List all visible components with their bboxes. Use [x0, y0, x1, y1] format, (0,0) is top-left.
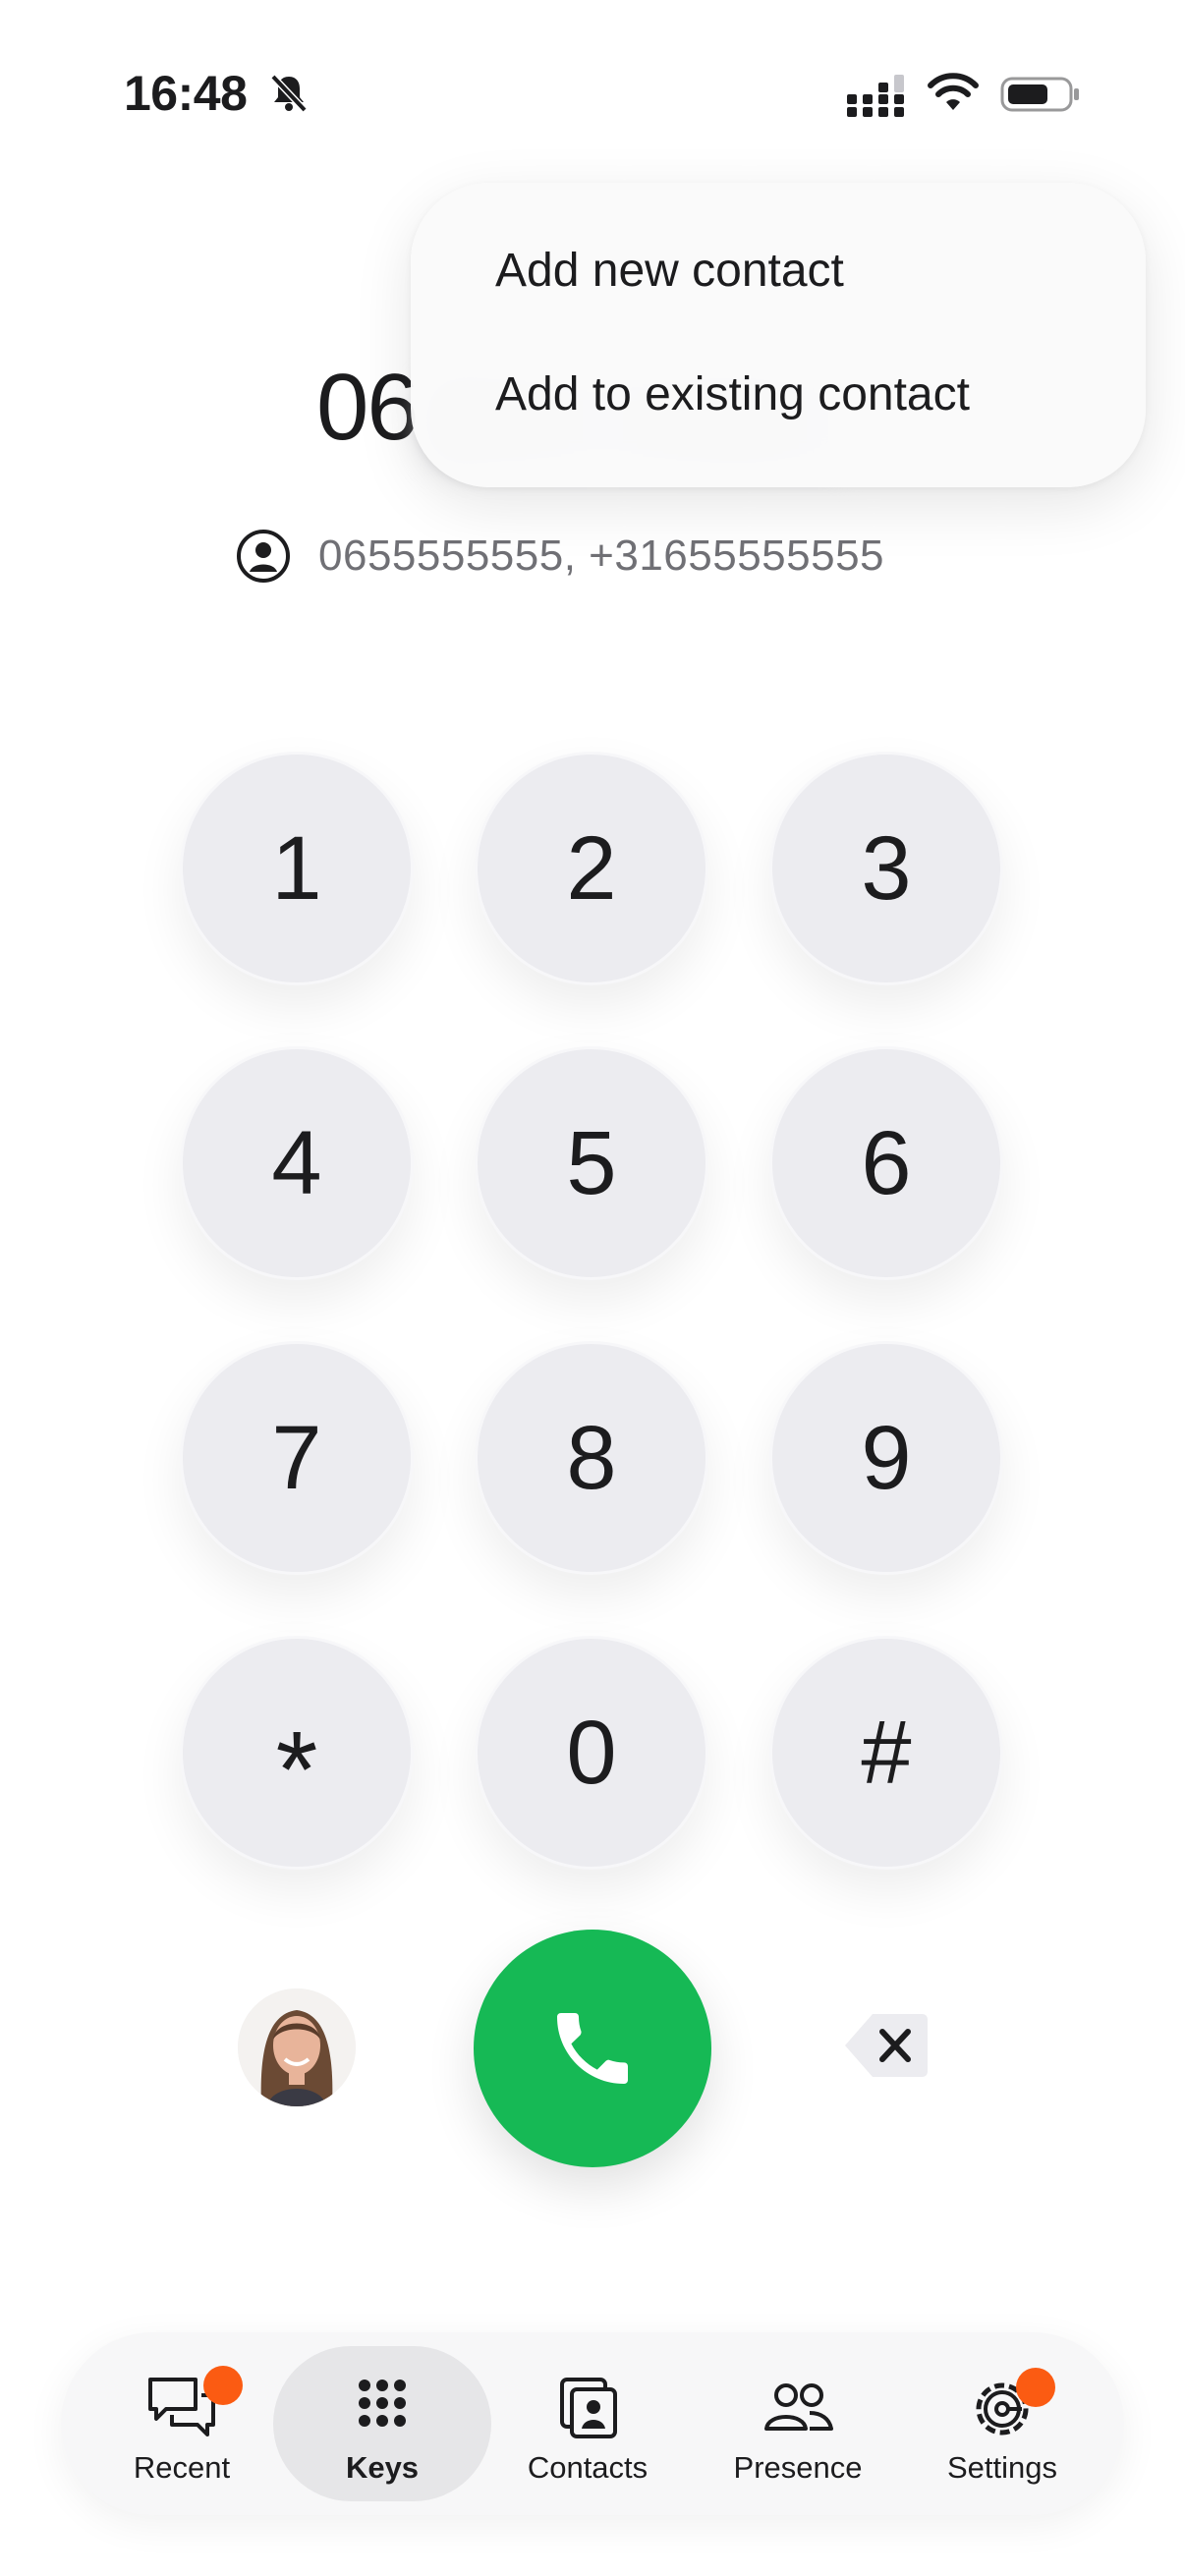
dialed-number[interactable]: 06 [316, 354, 420, 462]
battery-icon [1000, 77, 1079, 112]
call-button[interactable] [474, 1930, 711, 2167]
key-6[interactable]: 6 [769, 1046, 1003, 1280]
key-7[interactable]: 7 [180, 1341, 414, 1575]
key-8[interactable]: 8 [475, 1341, 708, 1575]
menu-item-add-to-existing-contact[interactable]: Add to existing contact [495, 367, 970, 421]
keypad-grid-icon [345, 2370, 420, 2444]
signal-icon [847, 75, 904, 117]
backspace-icon[interactable] [843, 2010, 930, 2081]
gear-icon [965, 2368, 1055, 2444]
key-4[interactable]: 4 [180, 1046, 414, 1280]
tab-settings-label: Settings [946, 2450, 1057, 2485]
tab-recent[interactable]: Recent [120, 2332, 244, 2515]
avatar-portrait [238, 1988, 356, 2106]
tab-keys[interactable]: Keys [320, 2332, 444, 2515]
contact-match-row[interactable]: 0655555555, +31655555555 [236, 529, 884, 584]
recent-badge [203, 2366, 243, 2405]
menu-item-add-new-contact[interactable]: Add new contact [495, 244, 844, 298]
key-5[interactable]: 5 [475, 1046, 708, 1280]
contact-cards-icon [550, 2370, 625, 2444]
key-9[interactable]: 9 [769, 1341, 1003, 1575]
key-0[interactable]: 0 [475, 1636, 708, 1870]
key-2[interactable]: 2 [475, 752, 708, 985]
avatar[interactable] [238, 1988, 356, 2106]
phone-icon [557, 2013, 628, 2084]
tab-presence-label: Presence [733, 2450, 863, 2485]
tab-presence[interactable]: Presence [717, 2332, 878, 2515]
settings-badge [1016, 2368, 1055, 2407]
tab-settings[interactable]: Settings [924, 2332, 1081, 2515]
tab-contacts[interactable]: Contacts [509, 2332, 666, 2515]
tab-keys-label: Keys [345, 2450, 420, 2485]
key-hash[interactable]: # [769, 1636, 1003, 1870]
contact-match-numbers: 0655555555, +31655555555 [318, 532, 885, 580]
people-icon [761, 2370, 835, 2444]
tab-bar: Recent Keys Contacts Presence Settings [61, 2332, 1124, 2515]
bell-slash-icon [270, 74, 308, 113]
key-3[interactable]: 3 [769, 752, 1003, 985]
key-1[interactable]: 1 [180, 752, 414, 985]
wifi-icon [928, 73, 979, 110]
add-contact-menu: Add new contact Add to existing contact [411, 183, 1146, 487]
tab-recent-label: Recent [133, 2450, 231, 2485]
status-time: 16:48 [124, 66, 248, 121]
person-circle-icon [237, 530, 290, 583]
tab-contacts-label: Contacts [527, 2450, 649, 2485]
key-star[interactable]: * [180, 1636, 414, 1870]
chat-bubbles-icon [144, 2366, 243, 2444]
